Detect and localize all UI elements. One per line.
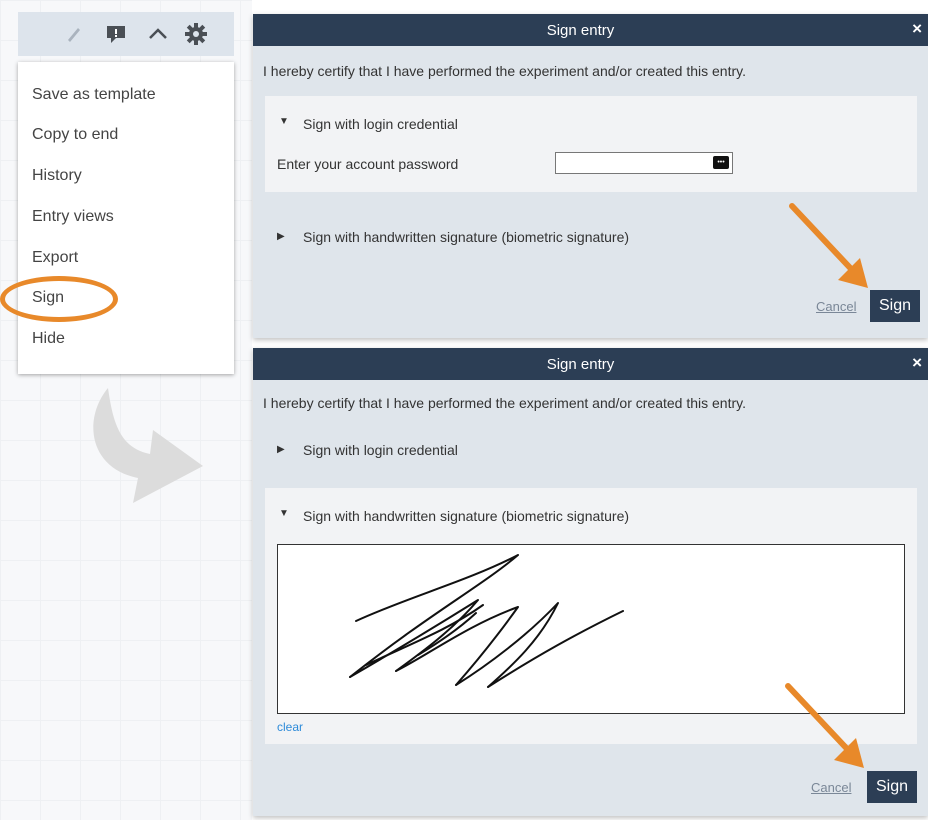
menu-item-export[interactable]: Export xyxy=(32,249,78,267)
clear-signature-link[interactable]: clear xyxy=(277,720,303,734)
login-credential-toggle[interactable]: Sign with login credential xyxy=(303,116,458,132)
menu-item-sign[interactable]: Sign xyxy=(32,289,64,307)
triangle-right-icon[interactable]: ▶ xyxy=(277,444,285,455)
login-credential-toggle[interactable]: Sign with login credential xyxy=(303,442,458,458)
sign-button[interactable]: Sign xyxy=(870,290,920,322)
entry-options-menu: Save as template Copy to end History Ent… xyxy=(18,62,234,374)
menu-item-entry-views[interactable]: Entry views xyxy=(32,208,114,226)
cancel-link[interactable]: Cancel xyxy=(816,299,856,314)
pencil-icon[interactable] xyxy=(62,22,86,46)
orange-arrow-icon xyxy=(789,203,868,288)
triangle-down-icon[interactable]: ▼ xyxy=(279,508,289,519)
triangle-right-icon[interactable]: ▶ xyxy=(277,231,285,242)
handwritten-signature-toggle[interactable]: Sign with handwritten signature (biometr… xyxy=(303,229,629,245)
sign-button[interactable]: Sign xyxy=(867,771,917,803)
handwritten-signature-toggle[interactable]: Sign with handwritten signature (biometr… xyxy=(303,508,629,524)
dialog-title: Sign entry xyxy=(546,356,615,373)
menu-item-save-as-template[interactable]: Save as template xyxy=(32,86,156,104)
dialog-header: Sign entry × xyxy=(253,348,928,380)
password-label: Enter your account password xyxy=(277,156,459,172)
comment-icon[interactable] xyxy=(104,22,128,46)
certification-text: I hereby certify that I have performed t… xyxy=(263,395,746,411)
menu-item-copy-to-end[interactable]: Copy to end xyxy=(32,126,118,144)
orange-arrow-icon xyxy=(785,683,864,768)
entry-toolbar xyxy=(18,12,234,56)
chevron-up-icon[interactable] xyxy=(146,22,170,46)
close-icon[interactable]: × xyxy=(912,353,922,373)
certification-text: I hereby certify that I have performed t… xyxy=(263,63,746,79)
login-credential-section: ▼ Sign with login credential Enter your … xyxy=(265,96,917,192)
cancel-link[interactable]: Cancel xyxy=(811,780,851,795)
password-manager-icon[interactable]: ••• xyxy=(713,156,729,169)
triangle-down-icon[interactable]: ▼ xyxy=(279,116,289,127)
curved-arrow-icon xyxy=(93,388,203,503)
gear-icon[interactable] xyxy=(184,22,208,46)
password-input[interactable] xyxy=(555,152,733,174)
dialog-header: Sign entry × xyxy=(253,14,928,46)
menu-item-history[interactable]: History xyxy=(32,167,82,185)
close-icon[interactable]: × xyxy=(912,19,922,39)
dialog-title: Sign entry xyxy=(546,22,615,39)
menu-item-hide[interactable]: Hide xyxy=(32,330,65,348)
